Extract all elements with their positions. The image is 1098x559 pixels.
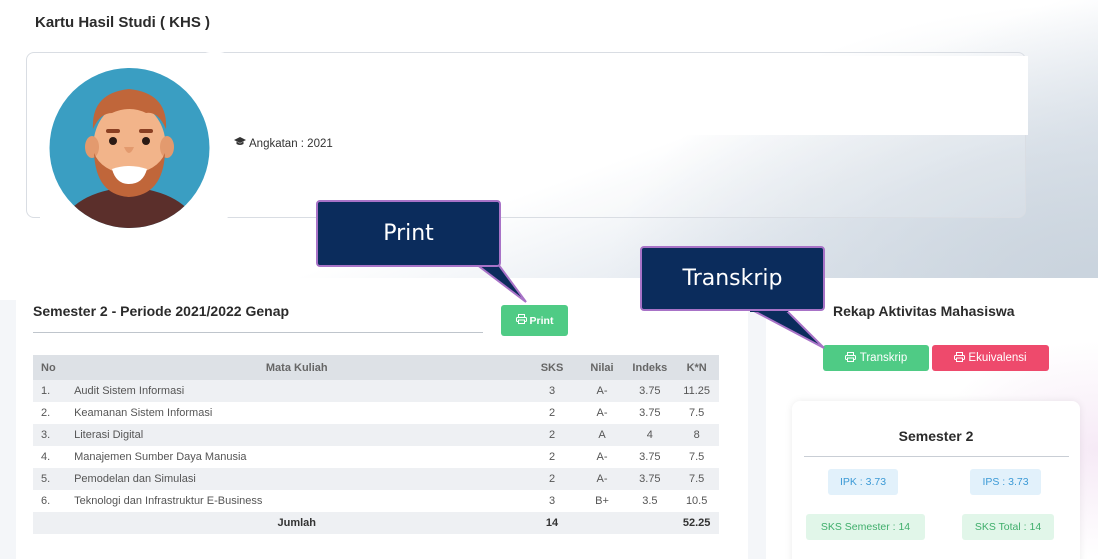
avatar — [49, 68, 210, 228]
cell-nilai: A- — [578, 468, 626, 490]
cell-sks: 2 — [525, 402, 579, 424]
cell-kn: 10.5 — [674, 490, 719, 512]
cell-sks: 2 — [525, 468, 579, 490]
cell-no: 5. — [33, 468, 69, 490]
header-nilai: Nilai — [578, 355, 626, 380]
cell-mata-kuliah: Manajemen Sumber Daya Manusia — [68, 446, 526, 468]
graduation-cap-icon — [234, 137, 246, 150]
print-callout-pointer — [473, 262, 527, 303]
semester-summary-title: Semester 2 — [898, 428, 974, 444]
cell-mata-kuliah: Teknologi dan Infrastruktur E-Business — [68, 490, 526, 512]
table-row: 3. Literasi Digital 2 A 4 8 — [33, 424, 719, 446]
cell-nilai: B+ — [578, 490, 626, 512]
student-name-box — [230, 56, 1028, 135]
table-row: 4. Manajemen Sumber Daya Manusia 2 A- 3.… — [33, 446, 719, 468]
angkatan-info: Angkatan : 2021 — [234, 137, 333, 150]
cell-mata-kuliah: Audit Sistem Informasi — [68, 380, 526, 402]
header-indeks: Indeks — [625, 355, 675, 380]
table-row: 1. Audit Sistem Informasi 3 A- 3.75 11.2… — [33, 380, 719, 402]
semester-title: Semester 2 - Periode 2021/2022 Genap — [33, 303, 290, 319]
printer-icon — [515, 314, 527, 327]
table-row: 2. Keamanan Sistem Informasi 2 A- 3.75 7… — [33, 402, 719, 424]
cell-nilai: A- — [578, 446, 626, 468]
cell-sks: 3 — [525, 490, 579, 512]
khs-table: No Mata Kuliah SKS Nilai Indeks K*N 1. A… — [33, 355, 719, 534]
ipk-badge: IPK : 3.73 — [828, 469, 898, 495]
print-button[interactable]: Print — [501, 305, 568, 336]
transkrip-button[interactable]: Transkrip — [823, 345, 929, 371]
rekap-title: Rekap Aktivitas Mahasiswa — [833, 303, 1015, 319]
cell-kn: 7.5 — [674, 468, 719, 490]
transkrip-button-label: Transkrip — [859, 352, 908, 364]
cell-kn: 8 — [674, 424, 719, 446]
transkrip-callout: Transkrip — [640, 246, 825, 311]
cell-no: 6. — [33, 490, 69, 512]
cell-indeks: 4 — [625, 424, 675, 446]
page-title: Kartu Hasil Studi ( KHS ) — [35, 14, 211, 31]
cell-no: 4. — [33, 446, 69, 468]
table-header-row: No Mata Kuliah SKS Nilai Indeks K*N — [33, 355, 719, 380]
cell-no: 2. — [33, 402, 69, 424]
ekuivalensi-button-label: Ekuivalensi — [968, 352, 1027, 364]
ekuivalensi-button[interactable]: Ekuivalensi — [932, 345, 1049, 371]
angkatan-label: Angkatan : 2021 — [249, 137, 333, 150]
printer-icon — [954, 351, 966, 365]
cell-no — [33, 512, 69, 534]
total-sks: 14 — [525, 512, 579, 534]
header-kn: K*N — [674, 355, 719, 380]
cell-sks: 3 — [525, 380, 579, 402]
cell-mata-kuliah: Pemodelan dan Simulasi — [68, 468, 526, 490]
total-label: Jumlah — [68, 512, 526, 534]
cell-nilai — [578, 512, 626, 534]
cell-indeks: 3.75 — [625, 468, 675, 490]
cell-nilai: A- — [578, 380, 626, 402]
cell-indeks — [625, 512, 675, 534]
print-callout: Print — [316, 200, 501, 267]
cell-no: 1. — [33, 380, 69, 402]
cell-kn: 7.5 — [674, 402, 719, 424]
header-no: No — [33, 355, 69, 380]
cell-kn: 11.25 — [674, 380, 719, 402]
cell-indeks: 3.5 — [625, 490, 675, 512]
header-mata-kuliah: Mata Kuliah — [68, 355, 526, 380]
cell-indeks: 3.75 — [625, 446, 675, 468]
cell-indeks: 3.75 — [625, 402, 675, 424]
printer-icon — [844, 351, 856, 365]
print-button-label: Print — [529, 314, 554, 327]
cell-kn: 7.5 — [674, 446, 719, 468]
table-total-row: Jumlah 14 52.25 — [33, 512, 719, 534]
cell-sks: 2 — [525, 446, 579, 468]
total-kn: 52.25 — [674, 512, 719, 534]
semester-title-divider — [33, 332, 483, 333]
ips-badge: IPS : 3.73 — [970, 469, 1041, 495]
sks-semester-badge: SKS Semester : 14 — [806, 514, 925, 540]
cell-sks: 2 — [525, 424, 579, 446]
cell-mata-kuliah: Keamanan Sistem Informasi — [68, 402, 526, 424]
table-row: 5. Pemodelan dan Simulasi 2 A- 3.75 7.5 — [33, 468, 719, 490]
header-sks: SKS — [525, 355, 579, 380]
transkrip-callout-pointer — [750, 308, 825, 349]
cell-mata-kuliah: Literasi Digital — [68, 424, 526, 446]
sks-total-badge: SKS Total : 14 — [962, 514, 1054, 540]
cell-indeks: 3.75 — [625, 380, 675, 402]
cell-nilai: A- — [578, 402, 626, 424]
cell-nilai: A — [578, 424, 626, 446]
cell-no: 3. — [33, 424, 69, 446]
semester-summary-divider — [804, 456, 1069, 457]
table-row: 6. Teknologi dan Infrastruktur E-Busines… — [33, 490, 719, 512]
